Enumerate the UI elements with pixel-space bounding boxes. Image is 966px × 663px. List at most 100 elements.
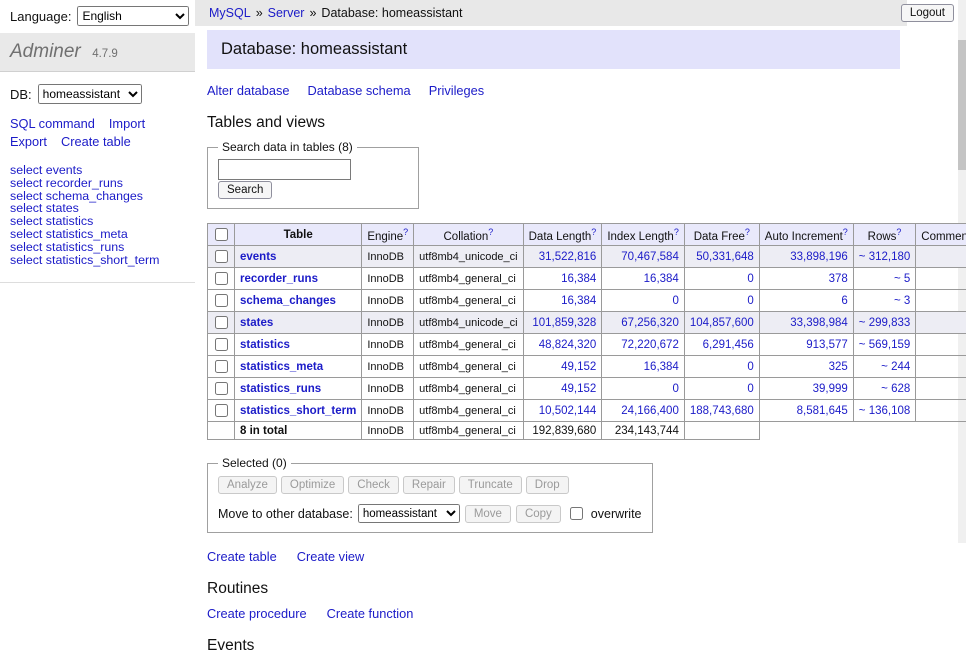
help-link[interactable]: ? — [488, 227, 493, 237]
data-free-link[interactable]: 188,743,680 — [690, 405, 754, 417]
selected-action-button[interactable]: Drop — [526, 476, 569, 494]
copy-button[interactable]: Copy — [516, 505, 561, 523]
help-link[interactable]: ? — [674, 227, 679, 237]
rows-count-link[interactable]: ~ 5 — [894, 273, 910, 285]
sidebar-table-link[interactable]: select statistics_meta — [10, 228, 185, 241]
breadcrumb-link-mysql[interactable]: MySQL — [209, 6, 251, 20]
help-link[interactable]: ? — [745, 227, 750, 237]
index-length-link[interactable]: 16,384 — [644, 273, 679, 285]
logout-button[interactable]: Logout — [901, 4, 954, 22]
auto-increment-link[interactable]: 8,581,645 — [797, 405, 848, 417]
move-button[interactable]: Move — [465, 505, 511, 523]
row-checkbox[interactable] — [215, 338, 228, 351]
help-link[interactable]: ? — [896, 227, 901, 237]
sidebar-table-link[interactable]: select statistics_runs — [10, 241, 185, 254]
search-input[interactable] — [218, 159, 351, 180]
routine-create-link[interactable]: Create procedure — [207, 606, 307, 621]
index-length-link[interactable]: 0 — [672, 383, 678, 395]
breadcrumb-link-server[interactable]: Server — [268, 6, 305, 20]
auto-increment-link[interactable]: 913,577 — [806, 339, 848, 351]
row-checkbox[interactable] — [215, 382, 228, 395]
table-name-link[interactable]: schema_changes — [240, 295, 336, 307]
row-checkbox[interactable] — [215, 250, 228, 263]
sidebar-table-link[interactable]: select recorder_runs — [10, 177, 185, 190]
data-free-link[interactable]: 6,291,456 — [703, 339, 754, 351]
auto-increment-link[interactable]: 39,999 — [813, 383, 848, 395]
data-length-link[interactable]: 10,502,144 — [539, 405, 597, 417]
sidebar-table-link[interactable]: select events — [10, 164, 185, 177]
rows-count-link[interactable]: ~ 628 — [881, 383, 910, 395]
language-select[interactable]: English — [77, 6, 189, 26]
sidebar-action-link[interactable]: Export — [10, 134, 47, 149]
index-length-link[interactable]: 70,467,584 — [621, 251, 679, 263]
selected-action-button[interactable]: Repair — [403, 476, 455, 494]
db-select[interactable]: homeassistant — [38, 84, 142, 104]
data-free-link[interactable]: 50,331,648 — [696, 251, 754, 263]
data-length-link[interactable]: 101,859,328 — [532, 317, 596, 329]
selected-action-button[interactable]: Optimize — [281, 476, 344, 494]
rows-count-link[interactable]: ~ 136,108 — [859, 405, 910, 417]
create-link[interactable]: Create view — [297, 549, 365, 564]
auto-increment-link[interactable]: 33,398,984 — [790, 317, 848, 329]
data-length-link[interactable]: 16,384 — [561, 295, 596, 307]
move-db-select[interactable]: homeassistant — [358, 504, 460, 523]
data-free-link[interactable]: 0 — [747, 383, 753, 395]
database-action-link[interactable]: Privileges — [429, 83, 484, 98]
scrollbar-thumb[interactable] — [958, 40, 966, 170]
search-button[interactable]: Search — [218, 181, 272, 199]
row-checkbox[interactable] — [215, 294, 228, 307]
data-free-link[interactable]: 0 — [747, 361, 753, 373]
data-length-link[interactable]: 49,152 — [561, 361, 596, 373]
auto-increment-link[interactable]: 325 — [829, 361, 848, 373]
selected-action-button[interactable]: Truncate — [459, 476, 522, 494]
rows-count-link[interactable]: ~ 299,833 — [859, 317, 910, 329]
index-length-link[interactable]: 0 — [672, 295, 678, 307]
rows-count-link[interactable]: ~ 312,180 — [859, 251, 910, 263]
auto-increment-link[interactable]: 6 — [841, 295, 847, 307]
help-link[interactable]: ? — [591, 227, 596, 237]
table-name-link[interactable]: statistics — [240, 339, 290, 351]
engine-cell: InnoDB — [362, 268, 414, 290]
data-free-link[interactable]: 0 — [747, 295, 753, 307]
table-name-link[interactable]: statistics_runs — [240, 383, 321, 395]
overwrite-checkbox[interactable] — [570, 507, 583, 520]
help-link[interactable]: ? — [403, 227, 408, 237]
select-all-checkbox[interactable] — [215, 228, 228, 241]
database-action-link[interactable]: Alter database — [207, 83, 290, 98]
sidebar-action-link[interactable]: SQL command — [10, 116, 95, 131]
data-length-link[interactable]: 48,824,320 — [539, 339, 597, 351]
data-length-link[interactable]: 31,522,816 — [539, 251, 597, 263]
index-length-link[interactable]: 24,166,400 — [621, 405, 679, 417]
auto-increment-link[interactable]: 33,898,196 — [790, 251, 848, 263]
selected-action-button[interactable]: Analyze — [218, 476, 277, 494]
index-length-link[interactable]: 72,220,672 — [621, 339, 679, 351]
index-length-link[interactable]: 67,256,320 — [621, 317, 679, 329]
rows-count-link[interactable]: ~ 3 — [894, 295, 910, 307]
selected-action-button[interactable]: Check — [348, 476, 399, 494]
rows-count-link[interactable]: ~ 569,159 — [859, 339, 910, 351]
table-name-link[interactable]: states — [240, 317, 273, 329]
data-free-link[interactable]: 0 — [747, 273, 753, 285]
sidebar-table-link[interactable]: select statistics_short_term — [10, 254, 185, 267]
create-link[interactable]: Create table — [207, 549, 277, 564]
auto-increment-link[interactable]: 378 — [829, 273, 848, 285]
data-length-link[interactable]: 49,152 — [561, 383, 596, 395]
table-name-link[interactable]: recorder_runs — [240, 273, 318, 285]
table-name-link[interactable]: statistics_short_term — [240, 405, 356, 417]
help-link[interactable]: ? — [843, 227, 848, 237]
row-checkbox[interactable] — [215, 360, 228, 373]
table-name-link[interactable]: statistics_meta — [240, 361, 323, 373]
data-length-link[interactable]: 16,384 — [561, 273, 596, 285]
rows-count-link[interactable]: ~ 244 — [881, 361, 910, 373]
index-length-link[interactable]: 16,384 — [644, 361, 679, 373]
row-checkbox[interactable] — [215, 272, 228, 285]
data-free-link[interactable]: 104,857,600 — [690, 317, 754, 329]
table-name-link[interactable]: events — [240, 251, 276, 263]
sidebar-action-link[interactable]: Import — [109, 116, 145, 131]
database-action-link[interactable]: Database schema — [308, 83, 411, 98]
comment-cell — [916, 400, 966, 422]
routine-create-link[interactable]: Create function — [327, 606, 414, 621]
sidebar-action-link[interactable]: Create table — [61, 134, 131, 149]
row-checkbox[interactable] — [215, 404, 228, 417]
row-checkbox[interactable] — [215, 316, 228, 329]
